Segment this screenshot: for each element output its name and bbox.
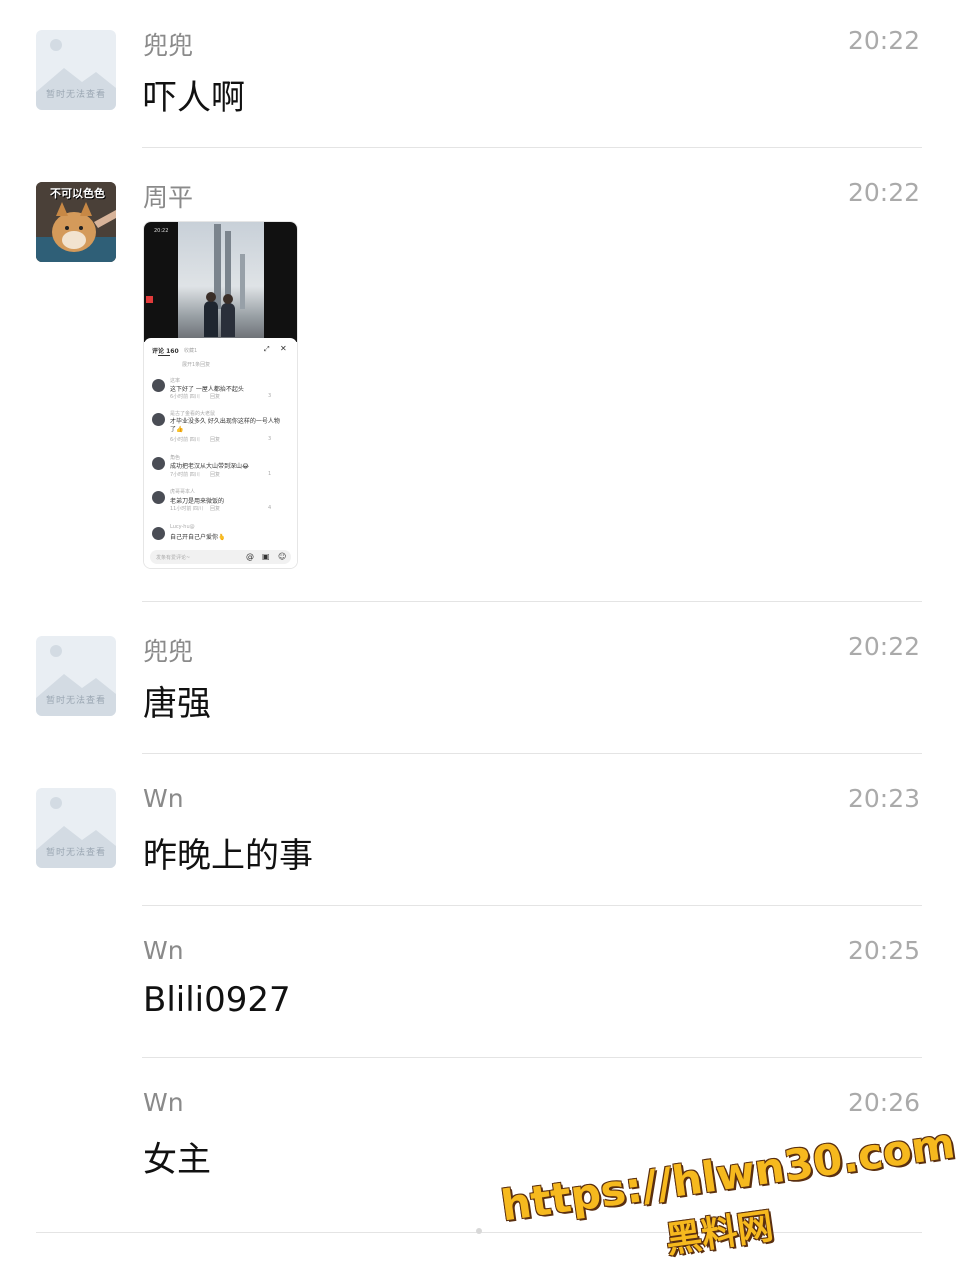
input-placeholder: 发条有爱评论~ [156, 555, 191, 561]
comment-likes: 4 [268, 505, 272, 511]
comment-text: 这下好了 一屋人都抬不起头 [170, 386, 244, 393]
divider [142, 1057, 922, 1058]
comment-reply: 回复 [210, 437, 221, 443]
message-item[interactable]: 不可以色色 周平 20:22 20:22 评论 160 收藏1 ⤢ ✕ 展开1条… [0, 152, 958, 602]
comment-likes: 1 [268, 471, 272, 477]
image-message[interactable]: 20:22 评论 160 收藏1 ⤢ ✕ 展开1条回复 这率 这下好了 一屋人都… [143, 221, 298, 569]
photo [178, 222, 264, 339]
status-time: 20:22 [154, 228, 169, 234]
scroll-dot [476, 1228, 482, 1234]
divider [142, 905, 922, 906]
video-frame: 20:22 [144, 222, 297, 342]
comment-text: 成功把老汉从大山带到深山😂 [170, 463, 250, 470]
tab-comments: 评论 160 [152, 348, 179, 355]
tab-favorites: 收藏1 [184, 348, 198, 354]
comment-user: 虎哥哥本人 [170, 489, 196, 495]
avatar[interactable]: 不可以色色 [36, 182, 116, 262]
avatar-placeholder[interactable]: 暂时无法查看 [36, 636, 116, 716]
avatar-placeholder[interactable]: 暂时无法查看 [36, 788, 116, 868]
close-icon: ✕ [280, 344, 287, 353]
message-item[interactable]: 暂时无法查看 兜兜 20:22 吓人啊 [0, 0, 958, 148]
comment-reply: 回复 [210, 394, 221, 400]
message-time: 20:26 [847, 1088, 920, 1117]
divider [142, 753, 922, 754]
comment-input: 发条有爱评论~ @ ▣ ☺ [150, 550, 291, 564]
comment-text: 老弟刀是用来微饭的 [170, 498, 225, 505]
sender-name: Wn [143, 1088, 184, 1117]
sender-name: Wn [143, 784, 184, 813]
comment-reply: 回复 [210, 472, 221, 478]
avatar-caption: 暂时无法查看 [45, 848, 106, 858]
message-time: 20:22 [847, 632, 920, 661]
avatar-caption: 暂时无法查看 [45, 696, 106, 706]
expand-replies: 展开1条回复 [182, 362, 211, 368]
message-text: 昨晚上的事 [143, 836, 313, 876]
comment-sheet: 评论 160 收藏1 ⤢ ✕ 展开1条回复 这率 这下好了 一屋人都抬不起头 6… [144, 338, 297, 568]
avatar-caption: 不可以色色 [50, 187, 105, 200]
tab-underline [158, 355, 170, 356]
comment-reply: 回复 [210, 506, 221, 512]
sender-name: 兜兜 [143, 637, 194, 666]
expand-icon: ⤢ [264, 345, 270, 353]
message-text: 唐强 [143, 684, 211, 724]
avatar-placeholder[interactable]: 暂时无法查看 [36, 30, 116, 110]
at-icon: @ [246, 552, 254, 561]
emoji-icon: ☺ [278, 552, 287, 561]
comment-meta: 11小时前 四川 [170, 506, 203, 512]
message-text: 女主 [143, 1140, 211, 1180]
divider [142, 147, 922, 148]
sender-name: Wn [143, 936, 184, 965]
message-time: 20:25 [847, 936, 920, 965]
message-item[interactable]: 暂时无法查看 Wn 20:23 昨晚上的事 [0, 758, 958, 906]
comment-user: Lucy-hu@ [170, 524, 195, 530]
image-icon: ▣ [262, 552, 270, 561]
message-time: 20:23 [847, 784, 920, 813]
message-time: 20:22 [847, 26, 920, 55]
sender-name: 周平 [143, 183, 194, 212]
comment-text: 自己开自己户爱你🫰 [170, 534, 226, 541]
divider [142, 601, 922, 602]
sender-name: 兜兜 [143, 31, 194, 60]
comment-likes: 3 [268, 393, 272, 399]
comment-user: 角色 [170, 455, 181, 461]
message-text: 吓人啊 [143, 78, 245, 118]
comment-meta: 6小时前 四川 [170, 437, 200, 443]
message-item[interactable]: Wn 20:25 Blili0927 [0, 910, 958, 1058]
red-badge [146, 296, 153, 303]
comment-user: 是古了金看的大老鼠 [170, 411, 216, 417]
comment-user: 这率 [170, 378, 181, 384]
comment-text: 才毕业没多久 好久出现你这样的一号人物了👍 [170, 418, 280, 433]
comment-meta: 7小时前 四川 [170, 472, 200, 478]
message-time: 20:22 [847, 178, 920, 207]
message-text: Blili0927 [143, 980, 291, 1020]
message-item[interactable]: 暂时无法查看 兜兜 20:22 唐强 [0, 606, 958, 754]
comment-meta: 6小时前 四川 [170, 394, 200, 400]
comment-likes: 3 [268, 436, 272, 442]
avatar-caption: 暂时无法查看 [45, 90, 106, 100]
